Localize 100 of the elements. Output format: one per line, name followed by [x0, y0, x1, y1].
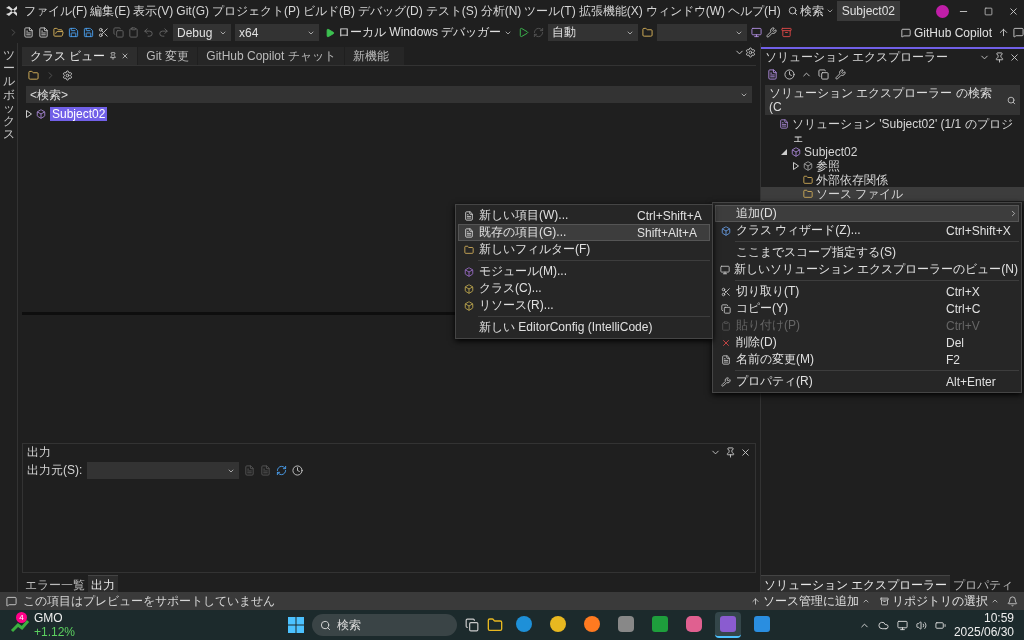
menu-item[interactable]: 編集(E) [90, 2, 131, 20]
solution-icon[interactable] [767, 68, 778, 80]
menu-item[interactable]: ここまでスコープ指定する(S) [715, 244, 1019, 261]
menu-item[interactable]: 名前の変更(M) F2 [715, 351, 1019, 368]
menu-item[interactable]: ファイル(F) [24, 2, 88, 20]
menu-item[interactable]: ビルド(B) [303, 2, 355, 20]
avatar-icon[interactable] [936, 4, 949, 18]
search-button[interactable]: 検索 [787, 2, 834, 20]
settings-icon[interactable] [62, 69, 73, 81]
close-icon [1007, 5, 1019, 17]
copilot-button[interactable]: GitHub Copilot [898, 25, 994, 40]
menu-item[interactable]: 新しいソリューション エクスプローラーのビュー(N) [715, 261, 1019, 278]
start-without-debug-icon[interactable] [518, 27, 530, 38]
menu-item[interactable]: プロジェクト(P) [212, 2, 300, 20]
save-all-icon[interactable] [83, 27, 94, 38]
taskbar-search[interactable]: 検索 [312, 614, 457, 636]
panel-tab[interactable]: エラー一覧 [22, 575, 88, 592]
battery-icon[interactable] [934, 619, 946, 631]
open-icon[interactable] [53, 27, 64, 38]
folder-icon[interactable] [642, 27, 654, 38]
status-button[interactable]: リポジトリの選択 [878, 592, 1001, 610]
toolbox-icon[interactable] [781, 27, 793, 38]
menu-item[interactable]: 切り取り(T) Ctrl+X [715, 283, 1019, 300]
menu-item[interactable]: モジュール(M)... [458, 263, 710, 280]
menu-item[interactable]: ツール(T) [524, 2, 576, 20]
resource-icon [464, 300, 474, 311]
start-icon[interactable] [288, 617, 304, 633]
menu-item[interactable]: 新しい項目(W)... Ctrl+Shift+A [458, 207, 710, 224]
document-tab[interactable]: クラス ビュー [22, 47, 139, 65]
wrap-icon[interactable] [276, 465, 288, 476]
menu-item[interactable]: ウィンドウ(W) [645, 2, 725, 20]
run-button[interactable]: ローカル Windows デバッガー [323, 24, 515, 41]
menu-item[interactable]: 追加(D) [715, 205, 1019, 222]
panel-tab[interactable]: ソリューション エクスプローラー [761, 575, 951, 592]
tree-item[interactable]: 参照 [761, 159, 1024, 173]
window-icon[interactable] [751, 27, 763, 38]
toolbox-tab[interactable]: ツールボックス [2, 49, 15, 592]
panel-title: ソリューション エクスプローラー [765, 48, 949, 66]
share-icon[interactable] [998, 27, 1009, 38]
notification-icon[interactable] [1007, 595, 1018, 607]
taskbar-app[interactable] [715, 612, 741, 638]
menu-item[interactable]: 新しいフィルター(F) [458, 241, 710, 258]
menu-item[interactable]: コピー(Y) Ctrl+C [715, 300, 1019, 317]
file-explorer-icon[interactable] [487, 617, 503, 633]
menu-item[interactable]: リソース(R)... [458, 297, 710, 314]
document-tab[interactable]: Git 変更 [138, 47, 199, 65]
panel-tab[interactable]: プロパティ [950, 575, 1017, 592]
startup-dropdown[interactable] [657, 24, 748, 41]
task-view-icon[interactable] [465, 618, 479, 632]
panel-tab[interactable]: 出力 [88, 575, 118, 592]
tree-item[interactable]: Subject02 [761, 145, 1024, 159]
menu-item[interactable]: ヘルプ(H) [728, 2, 781, 20]
menu-item[interactable]: クラス(C)... [458, 280, 710, 297]
document-tab[interactable]: 新機能 [344, 47, 405, 65]
configuration-dropdown[interactable]: Debug [173, 24, 231, 41]
search-icon [1007, 95, 1016, 105]
app-icon [584, 616, 600, 632]
history-icon[interactable] [784, 68, 795, 80]
copy-icon[interactable] [818, 68, 829, 80]
tree-item[interactable]: Subject02 [50, 106, 108, 121]
menu-item[interactable]: プロパティ(R) Alt+Enter [715, 373, 1019, 390]
menu-item[interactable]: デバッグ(D) [358, 2, 423, 20]
feedback-icon[interactable] [1013, 27, 1024, 38]
pin-icon[interactable] [725, 447, 736, 458]
monitor-icon[interactable] [896, 619, 908, 631]
volume-icon[interactable] [915, 619, 927, 631]
menu-item[interactable]: クラス ウィザード(Z)... Ctrl+Shift+X [715, 222, 1019, 239]
panel-title: 出力 [27, 444, 51, 461]
menu-item[interactable]: テスト(S) [425, 2, 478, 20]
search-field[interactable]: <検索> [26, 86, 752, 103]
save-icon[interactable] [68, 27, 79, 38]
folder-icon[interactable] [28, 69, 39, 81]
menu-item[interactable]: 表示(V) [133, 2, 174, 20]
status-button[interactable]: ソース管理に追加 [749, 592, 872, 610]
expanded-arrow-icon[interactable] [780, 149, 787, 155]
close-icon[interactable] [740, 447, 751, 458]
app-icon [720, 616, 736, 632]
platform-dropdown[interactable]: x64 [235, 24, 319, 41]
tree-item[interactable]: ソース ファイル [761, 187, 1024, 201]
wrench-icon[interactable] [835, 68, 846, 80]
tree-item[interactable]: ソリューション 'Subject02' (1/1 のプロジェ [761, 117, 1024, 145]
pin-icon[interactable] [994, 51, 1005, 63]
tree-item[interactable]: 外部依存関係 [761, 173, 1024, 187]
menu-item[interactable]: 削除(D) Del [715, 334, 1019, 351]
cut-icon[interactable] [98, 27, 109, 38]
menu-item[interactable]: 既存の項目(G)... Shift+Alt+A [458, 224, 710, 241]
document-tab[interactable]: GitHub Copilot チャット [198, 47, 345, 65]
clock-icon[interactable] [292, 465, 304, 476]
collapsed-arrow-icon[interactable] [792, 162, 799, 170]
collapsed-arrow-icon[interactable] [26, 109, 32, 118]
wrench-icon[interactable] [766, 27, 778, 38]
close-icon[interactable] [1009, 51, 1020, 63]
folder-icon [803, 175, 813, 185]
menu-item[interactable]: 分析(N) [480, 2, 522, 20]
menu-item[interactable]: 新しい EditorConfig (IntelliCode) [458, 319, 710, 336]
menu-item[interactable]: Git(G) [176, 4, 209, 18]
cloud-icon[interactable] [877, 619, 889, 631]
mode-dropdown[interactable]: 自動 [548, 24, 639, 41]
search-field[interactable]: ソリューション エクスプローラー の検索 (C [765, 85, 1020, 115]
menu-item[interactable]: 拡張機能(X) [578, 2, 643, 20]
